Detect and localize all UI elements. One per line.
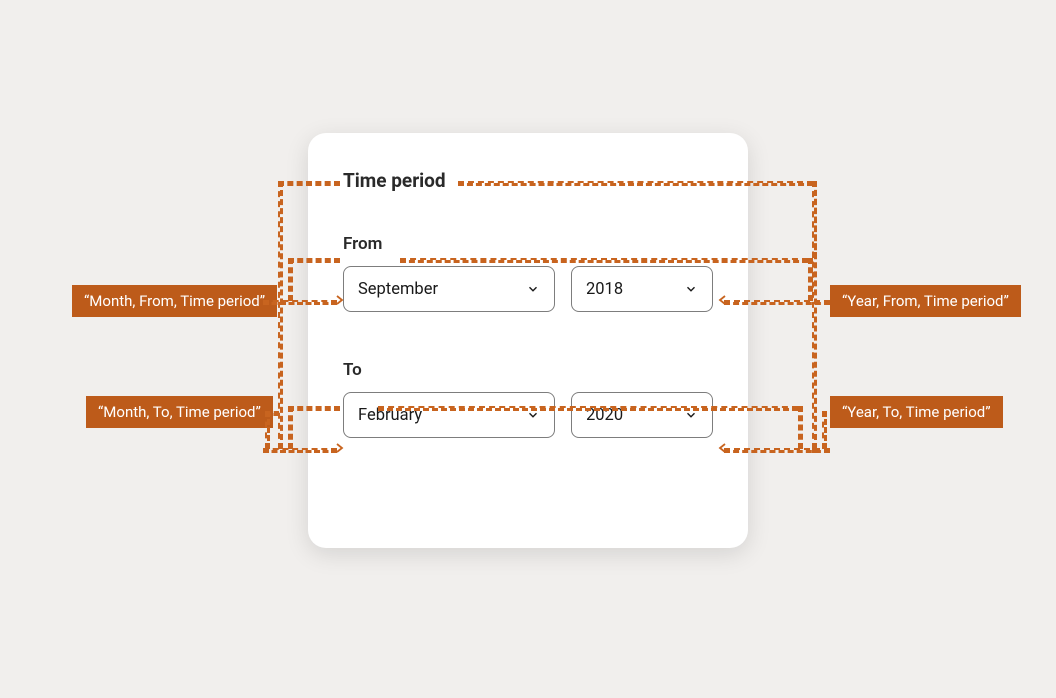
arrow-left-icon (718, 443, 728, 453)
dashed-line (724, 300, 830, 305)
annotation-to-year: “Year, To, Time period” (830, 396, 1003, 428)
time-period-card: Time period From September 2018 To Febru… (308, 133, 748, 548)
annotation-from-month: “Month, From, Time period” (72, 285, 277, 317)
dashed-line (458, 181, 813, 186)
dashed-line (798, 406, 803, 449)
from-year-value: 2018 (586, 280, 623, 299)
from-group: From September 2018 (343, 234, 713, 312)
to-label: To (343, 360, 713, 380)
from-row: September 2018 (343, 266, 713, 312)
to-year-select[interactable]: 2020 (571, 392, 713, 438)
arrow-right-icon (334, 295, 344, 305)
dashed-line (812, 448, 830, 453)
dashed-line (288, 406, 340, 411)
dashed-line (378, 406, 798, 411)
dashed-line (278, 181, 340, 186)
to-row: February 2020 (343, 392, 713, 438)
arrow-left-icon (718, 295, 728, 305)
from-month-select[interactable]: September (343, 266, 555, 312)
arrow-right-icon (334, 443, 344, 453)
dashed-line (288, 258, 293, 301)
dashed-line (288, 406, 293, 449)
from-label: From (343, 234, 713, 254)
dashed-line (400, 258, 808, 263)
dashed-line (822, 411, 827, 449)
annotation-to-month: “Month, To, Time period” (86, 396, 273, 428)
dashed-line (288, 258, 340, 263)
from-month-value: September (358, 280, 438, 299)
dashed-line (812, 181, 817, 449)
dashed-line (265, 411, 270, 449)
dashed-line (263, 300, 337, 305)
to-month-select[interactable]: February (343, 392, 555, 438)
chevron-down-icon (684, 282, 698, 296)
to-group: To February 2020 (343, 360, 713, 438)
chevron-down-icon (526, 282, 540, 296)
from-year-select[interactable]: 2018 (571, 266, 713, 312)
annotation-from-year: “Year, From, Time period” (830, 285, 1021, 317)
dashed-line (278, 181, 283, 449)
dashed-line (265, 411, 279, 416)
dashed-line (263, 448, 337, 453)
